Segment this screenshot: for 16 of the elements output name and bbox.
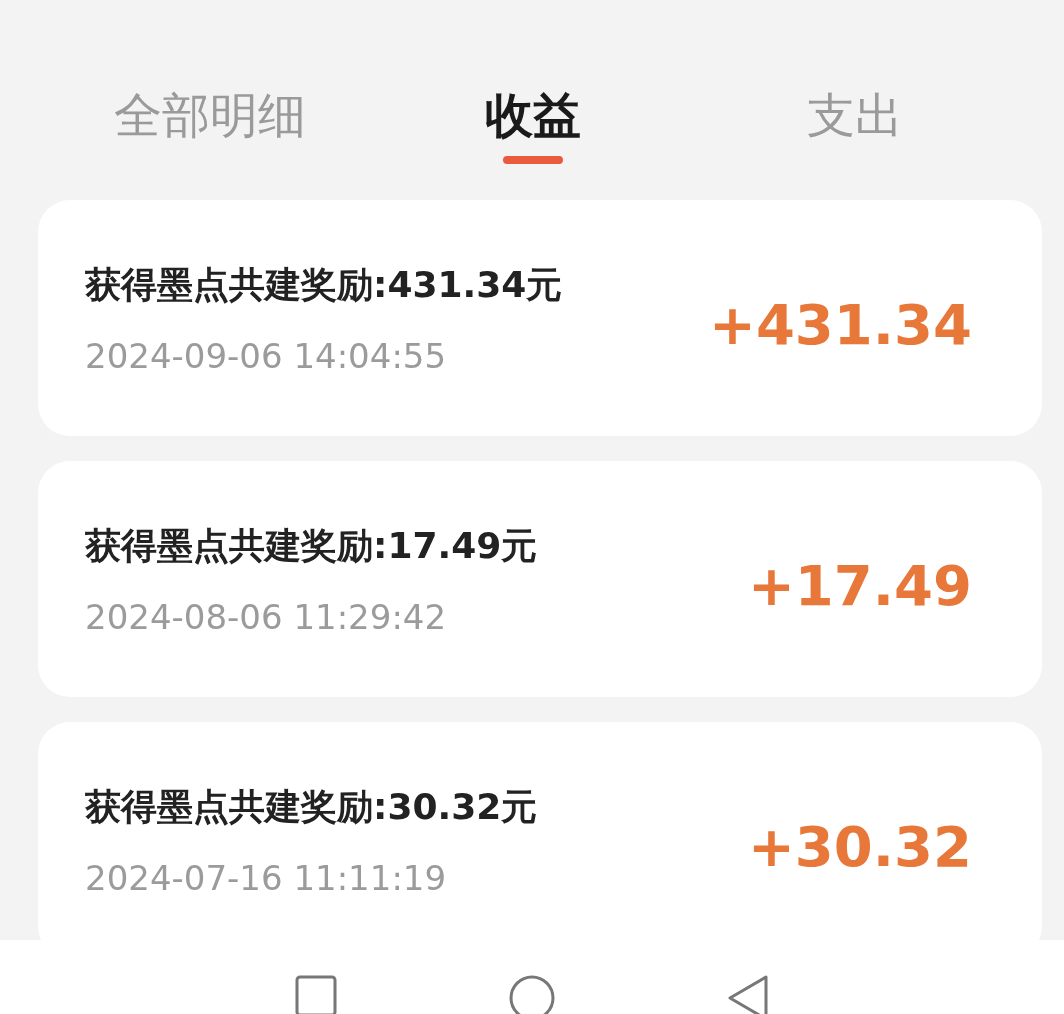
record-title: 获得墨点共建奖励:30.32元 bbox=[85, 784, 538, 829]
record-amount: +17.49 bbox=[747, 552, 972, 618]
record-time: 2024-08-06 11:29:42 bbox=[85, 596, 448, 637]
record-time: 2024-07-16 11:11:19 bbox=[85, 857, 448, 898]
record-amount: +30.32 bbox=[747, 813, 972, 879]
record-title: 获得墨点共建奖励:431.34元 bbox=[85, 262, 563, 307]
tab[interactable]: 收益 bbox=[484, 82, 581, 148]
recent-apps-icon[interactable] bbox=[294, 974, 338, 1014]
record-title: 获得墨点共建奖励:17.49元 bbox=[85, 523, 538, 568]
tab-indicator bbox=[502, 156, 563, 164]
tab[interactable]: 全部明细 bbox=[114, 82, 306, 148]
back-icon[interactable] bbox=[726, 974, 770, 1014]
record-time: 2024-09-06 14:04:55 bbox=[85, 335, 448, 376]
tab[interactable]: 支出 bbox=[806, 82, 903, 148]
home-icon[interactable] bbox=[508, 974, 556, 1014]
record-amount: +431.34 bbox=[708, 291, 972, 357]
